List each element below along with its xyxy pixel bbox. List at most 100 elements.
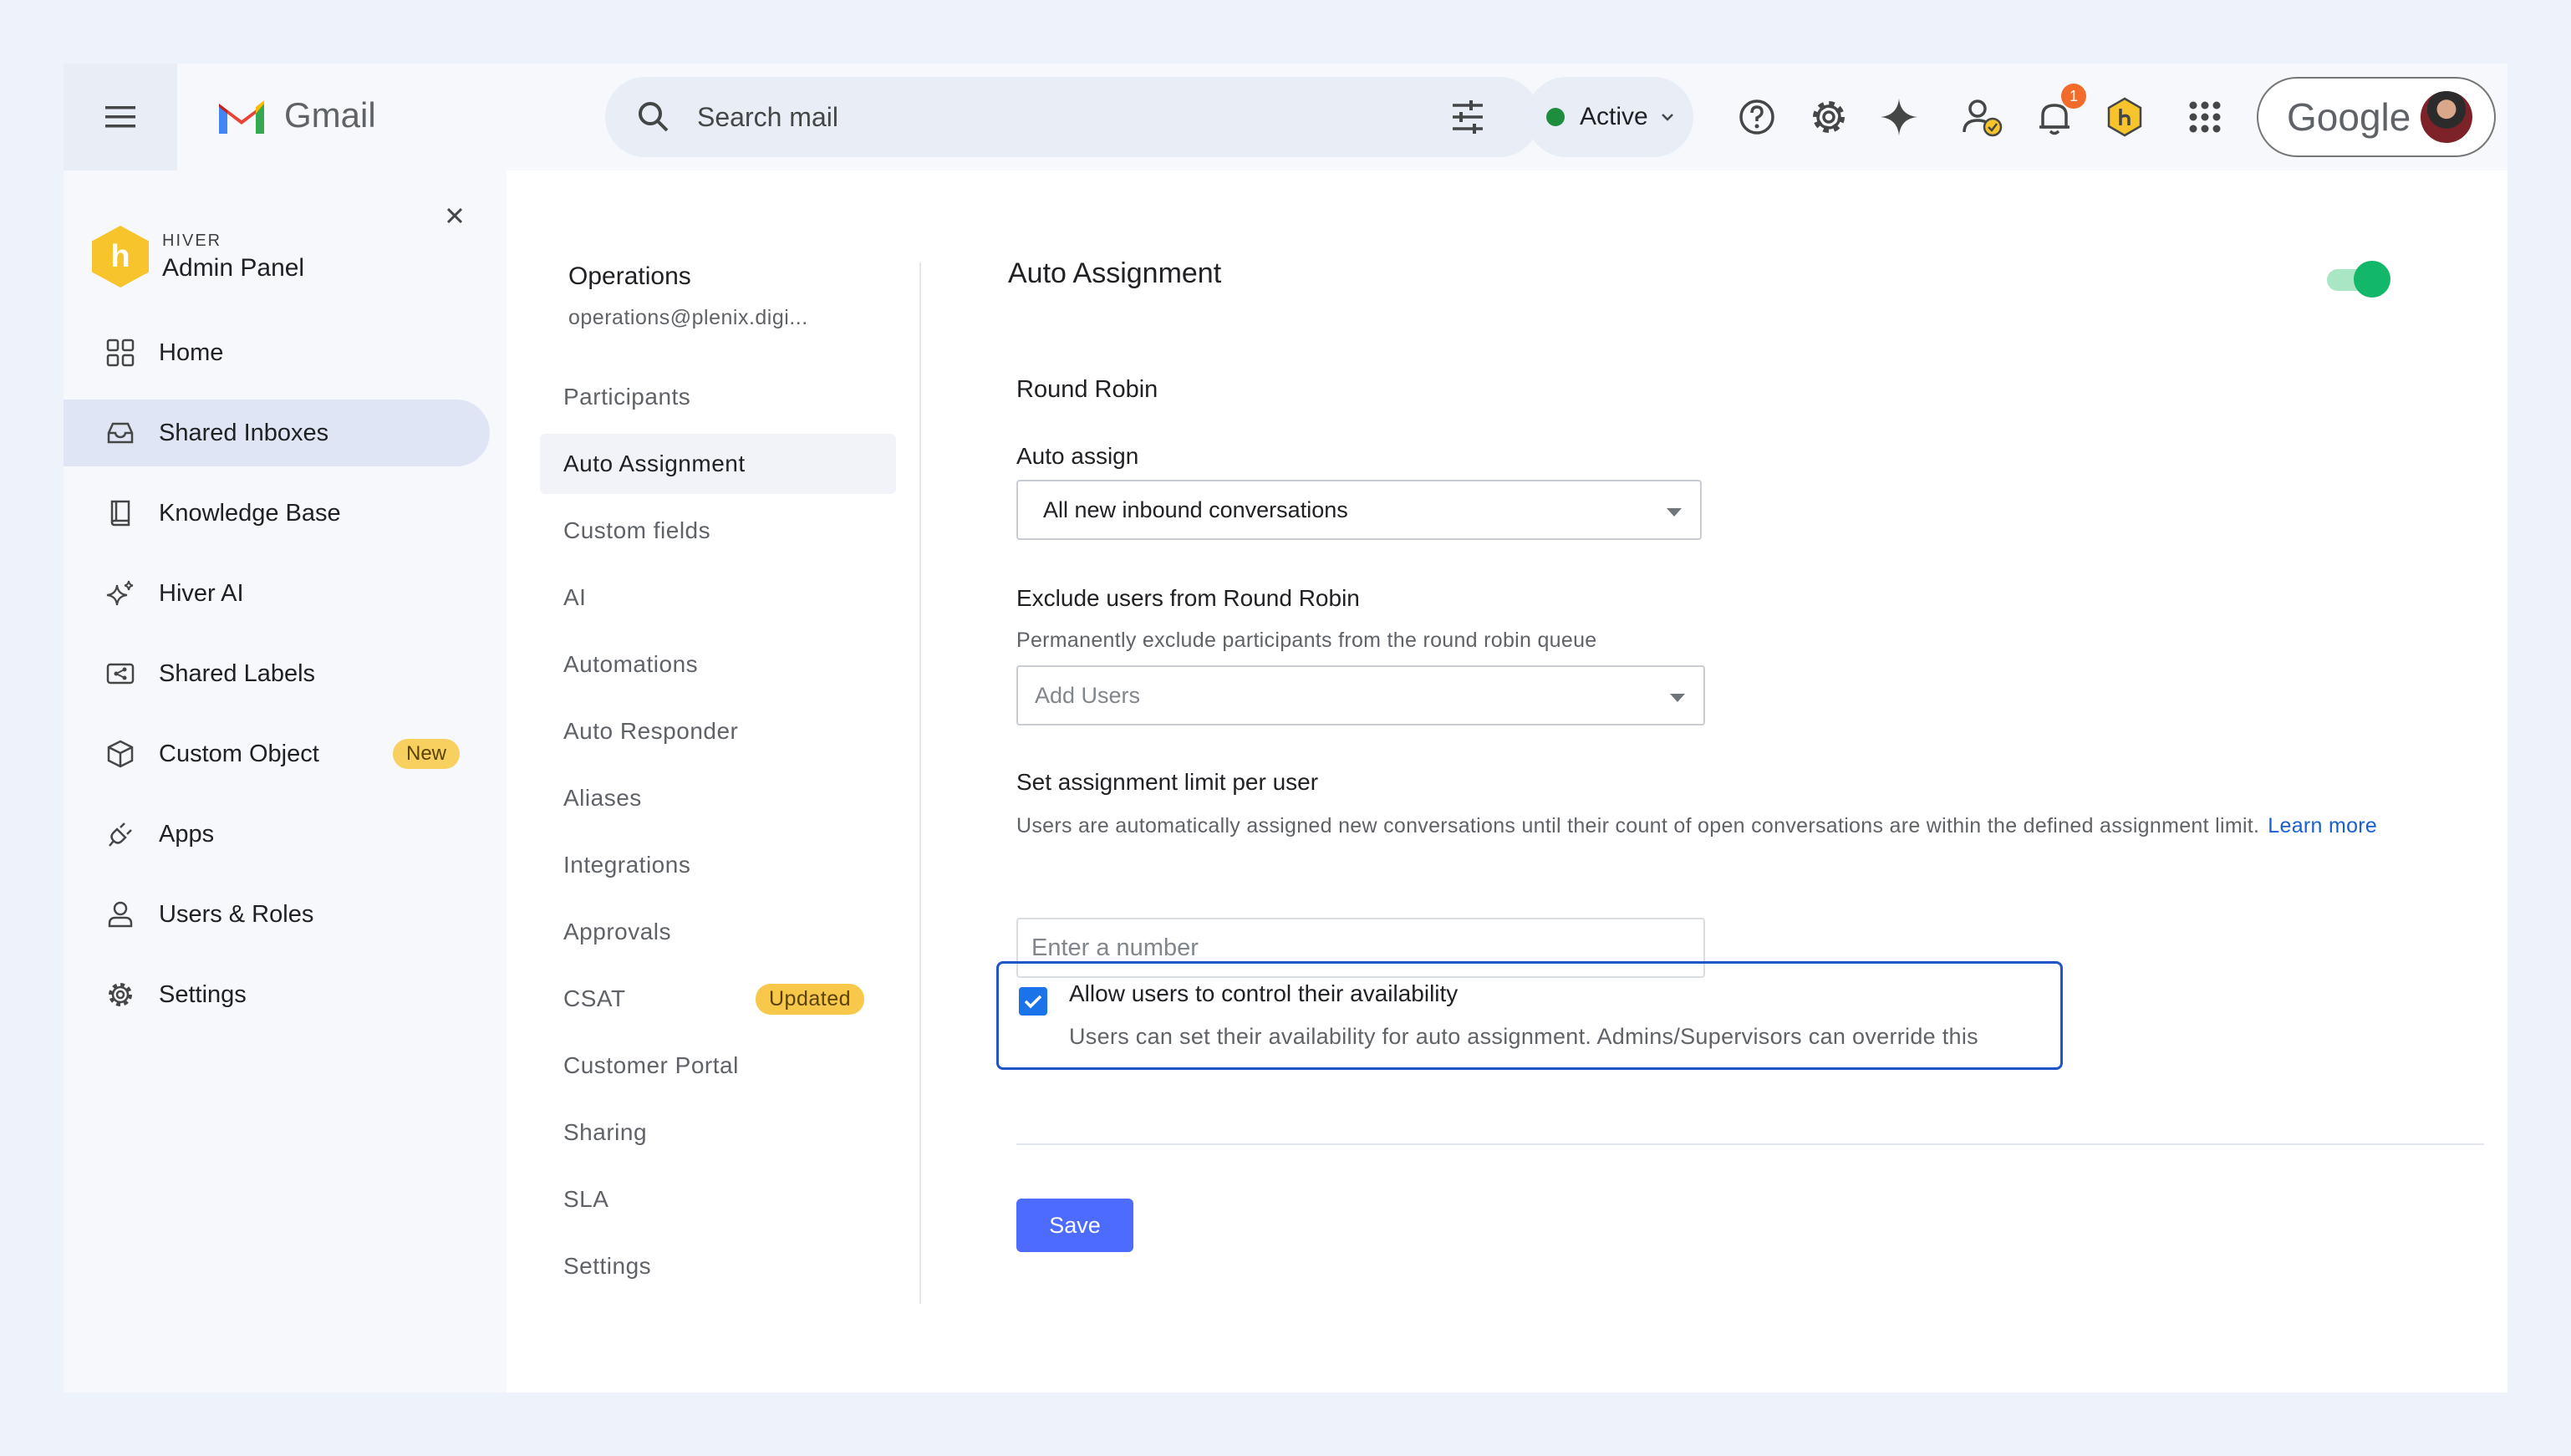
tab-integrations[interactable]: Integrations bbox=[540, 835, 896, 895]
exclude-users-label: Exclude users from Round Robin bbox=[1016, 585, 1360, 611]
hamburger-icon bbox=[105, 106, 135, 128]
page-title: Auto Assignment bbox=[1008, 257, 1222, 289]
horizontal-divider bbox=[1016, 1143, 2484, 1145]
sidebar-item-shared-labels[interactable]: Shared Labels bbox=[64, 640, 490, 707]
google-account-button[interactable]: Google bbox=[2257, 77, 2496, 157]
exclude-users-select[interactable]: Add Users bbox=[1016, 665, 1705, 725]
main-menu-button[interactable] bbox=[64, 64, 177, 171]
close-icon[interactable] bbox=[443, 204, 466, 227]
admin-nav: Home Shared Inboxes Knowledge Base Hiver… bbox=[64, 319, 507, 1041]
tab-participants[interactable]: Participants bbox=[540, 367, 896, 427]
sidebar-item-label: Users & Roles bbox=[159, 900, 314, 928]
save-button[interactable]: Save bbox=[1016, 1199, 1133, 1252]
main-panel: Operations operations@plenix.digi... Par… bbox=[507, 171, 2507, 1392]
user-icon bbox=[108, 901, 133, 928]
auto-assignment-settings: Auto Assignment Round Robin Auto assign … bbox=[980, 171, 2484, 1392]
ai-sparkle-icon bbox=[106, 580, 134, 606]
sidebar-item-label: Apps bbox=[159, 820, 215, 848]
availability-control-option[interactable]: Allow users to control their availabilit… bbox=[996, 961, 2063, 1070]
sidebar-item-shared-inboxes[interactable]: Shared Inboxes bbox=[64, 400, 490, 466]
book-icon bbox=[110, 500, 130, 527]
tab-automations[interactable]: Automations bbox=[540, 634, 896, 695]
search-icon[interactable] bbox=[634, 97, 674, 137]
cube-icon bbox=[107, 740, 134, 768]
availability-checkbox[interactable] bbox=[1019, 987, 1047, 1016]
hiver-extension-icon[interactable] bbox=[2103, 95, 2146, 139]
apps-grid-icon[interactable] bbox=[2183, 95, 2227, 139]
sidebar-item-hiver-ai[interactable]: Hiver AI bbox=[64, 560, 490, 627]
help-icon[interactable] bbox=[1735, 95, 1779, 139]
google-wordmark: Google bbox=[2287, 95, 2411, 139]
status-selector[interactable]: Active bbox=[1526, 77, 1693, 157]
plug-icon bbox=[109, 822, 132, 847]
inbox-name: Operations bbox=[568, 262, 691, 290]
gmail-logo[interactable]: Gmail bbox=[216, 95, 376, 135]
exclude-users-placeholder: Add Users bbox=[1035, 682, 1141, 708]
avatar bbox=[2421, 91, 2473, 143]
tab-custom-fields[interactable]: Custom fields bbox=[540, 501, 896, 561]
auto-assign-label: Auto assign bbox=[1016, 443, 1139, 469]
dropdown-caret-icon bbox=[1667, 508, 1682, 517]
tab-auto-responder[interactable]: Auto Responder bbox=[540, 701, 896, 761]
dropdown-caret-icon bbox=[1670, 694, 1685, 702]
search-options-icon[interactable] bbox=[1449, 99, 1486, 135]
sidebar-item-home[interactable]: Home bbox=[64, 319, 490, 386]
auto-assignment-toggle[interactable] bbox=[2327, 261, 2390, 298]
updated-badge: Updated bbox=[756, 984, 865, 1015]
inbox-settings-nav: Operations operations@plenix.digi... Par… bbox=[540, 262, 899, 1303]
hiver-brand: h HIVER Admin Panel bbox=[92, 226, 304, 288]
admin-sidebar: h HIVER Admin Panel Home Shared Inboxes … bbox=[64, 171, 507, 1392]
sidebar-item-apps[interactable]: Apps bbox=[64, 801, 490, 868]
grid-icon bbox=[106, 339, 135, 367]
gear-icon bbox=[109, 983, 132, 1006]
tab-auto-assignment[interactable]: Auto Assignment bbox=[540, 434, 896, 494]
chevron-down-icon bbox=[1661, 114, 1673, 121]
tab-sla[interactable]: SLA bbox=[540, 1169, 896, 1229]
section-title: Round Robin bbox=[1016, 376, 1158, 403]
tab-settings[interactable]: Settings bbox=[540, 1236, 896, 1296]
availability-title: Allow users to control their availabilit… bbox=[1069, 980, 1459, 1006]
availability-description: Users can set their availability for aut… bbox=[1069, 1024, 1978, 1049]
sidebar-item-label: Shared Inboxes bbox=[159, 419, 329, 446]
tab-approvals[interactable]: Approvals bbox=[540, 902, 896, 962]
vertical-divider bbox=[919, 262, 921, 1304]
gemini-sparkle-icon[interactable] bbox=[1877, 95, 1921, 139]
sidebar-item-knowledge-base[interactable]: Knowledge Base bbox=[64, 480, 490, 547]
sidebar-item-custom-object[interactable]: Custom Object New bbox=[64, 720, 490, 787]
assignment-limit-label: Set assignment limit per user bbox=[1016, 769, 1319, 795]
sidebar-item-label: Hiver AI bbox=[159, 579, 244, 607]
assignment-limit-help: Users are automatically assigned new con… bbox=[1016, 814, 2377, 838]
tab-customer-portal[interactable]: Customer Portal bbox=[540, 1036, 896, 1096]
notification-count-badge: 1 bbox=[2061, 84, 2086, 109]
app-frame: Gmail Active bbox=[64, 64, 2507, 1392]
auto-assign-value: All new inbound conversations bbox=[1043, 496, 1348, 522]
tab-aliases[interactable]: Aliases bbox=[540, 768, 896, 828]
settings-gear-icon[interactable] bbox=[1807, 95, 1851, 139]
inbox-icon bbox=[107, 422, 134, 444]
sidebar-item-users-roles[interactable]: Users & Roles bbox=[64, 881, 490, 948]
learn-more-link[interactable]: Learn more bbox=[2268, 814, 2377, 837]
sidebar-item-label: Custom Object bbox=[159, 740, 319, 767]
status-dot bbox=[1546, 108, 1565, 126]
exclude-users-help: Permanently exclude participants from th… bbox=[1016, 629, 1597, 652]
tab-csat[interactable]: CSAT Updated bbox=[540, 969, 896, 1029]
gmail-m-icon bbox=[219, 100, 264, 134]
sidebar-item-label: Knowledge Base bbox=[159, 499, 341, 527]
sidebar-item-label: Settings bbox=[159, 980, 247, 1008]
sidebar-item-label: Shared Labels bbox=[159, 659, 316, 687]
assignment-limit-help-text: Users are automatically assigned new con… bbox=[1016, 814, 2260, 837]
shared-label-icon bbox=[106, 663, 135, 685]
auto-assign-select[interactable]: All new inbound conversations bbox=[1016, 480, 1702, 540]
sidebar-item-label: Home bbox=[159, 339, 224, 366]
tab-sharing[interactable]: Sharing bbox=[540, 1102, 896, 1163]
tab-ai[interactable]: AI bbox=[540, 568, 896, 628]
sidebar-item-settings[interactable]: Settings bbox=[64, 961, 490, 1028]
status-label: Active bbox=[1580, 103, 1648, 130]
search-bar[interactable] bbox=[605, 77, 1540, 157]
checkmark-icon bbox=[1024, 995, 1042, 1009]
user-status-icon[interactable] bbox=[1961, 95, 2004, 139]
hiver-logo-icon: h bbox=[92, 226, 149, 288]
top-bar: Gmail Active bbox=[64, 64, 2507, 171]
search-input[interactable] bbox=[697, 92, 1399, 142]
toggle-knob bbox=[2354, 261, 2390, 298]
